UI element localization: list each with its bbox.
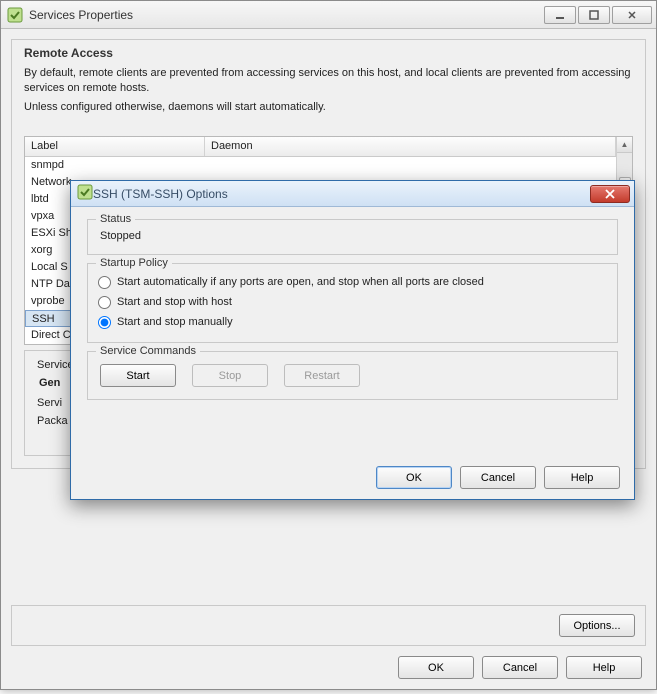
dialog-close-button[interactable] [590,185,630,203]
startup-opt-auto-ports[interactable]: Start automatically if any ports are ope… [98,272,607,292]
minimize-button[interactable] [544,6,576,24]
startup-opt-label-1: Start automatically if any ports are ope… [117,276,484,288]
table-header: Label Daemon [25,137,616,157]
remote-access-heading: Remote Access [24,46,633,60]
dialog-help-button[interactable]: Help [544,466,620,489]
app-icon [7,7,23,23]
start-button[interactable]: Start [100,364,176,387]
startup-policy-legend: Startup Policy [96,257,172,269]
radio-manual[interactable] [98,316,111,329]
titlebar: Services Properties [1,1,656,29]
status-value: Stopped [98,228,607,244]
ok-button[interactable]: OK [398,656,474,679]
startup-opt-manual[interactable]: Start and stop manually [98,312,607,332]
table-row[interactable]: snmpd [25,157,616,174]
restart-button[interactable]: Restart [284,364,360,387]
close-button[interactable] [612,6,652,24]
startup-opt-label-3: Start and stop manually [117,316,233,328]
radio-with-host[interactable] [98,296,111,309]
service-commands-group: Service Commands Start Stop Restart [87,351,618,400]
startup-opt-label-2: Start and stop with host [117,296,232,308]
stop-button[interactable]: Stop [192,364,268,387]
startup-policy-group: Startup Policy Start automatically if an… [87,263,618,343]
status-group: Status Stopped [87,219,618,255]
window-controls [544,6,652,24]
column-daemon[interactable]: Daemon [205,137,616,156]
service-commands-legend: Service Commands [96,345,200,357]
dialog-titlebar: SSH (TSM-SSH) Options [71,181,634,207]
options-row: Options... [11,605,646,646]
remote-access-p2: Unless configured otherwise, daemons wil… [24,100,633,115]
dialog-ok-button[interactable]: OK [376,466,452,489]
help-button[interactable]: Help [566,656,642,679]
dialog-title: SSH (TSM-SSH) Options [93,187,590,201]
window-title: Services Properties [29,8,544,22]
parent-action-row: OK Cancel Help [11,646,646,679]
scroll-up-icon[interactable]: ▲ [617,137,632,153]
remote-access-description: By default, remote clients are prevented… [24,66,633,119]
dialog-app-icon [77,184,93,203]
status-legend: Status [96,213,135,225]
options-button[interactable]: Options... [559,614,635,637]
radio-auto-ports[interactable] [98,276,111,289]
ssh-options-dialog: SSH (TSM-SSH) Options Status Stopped Sta… [70,180,635,500]
cancel-button[interactable]: Cancel [482,656,558,679]
dialog-action-row: OK Cancel Help [71,460,634,499]
dialog-cancel-button[interactable]: Cancel [460,466,536,489]
column-label[interactable]: Label [25,137,205,156]
dialog-body: Status Stopped Startup Policy Start auto… [71,207,634,460]
maximize-button[interactable] [578,6,610,24]
startup-opt-with-host[interactable]: Start and stop with host [98,292,607,312]
remote-access-p1: By default, remote clients are prevented… [24,66,633,96]
